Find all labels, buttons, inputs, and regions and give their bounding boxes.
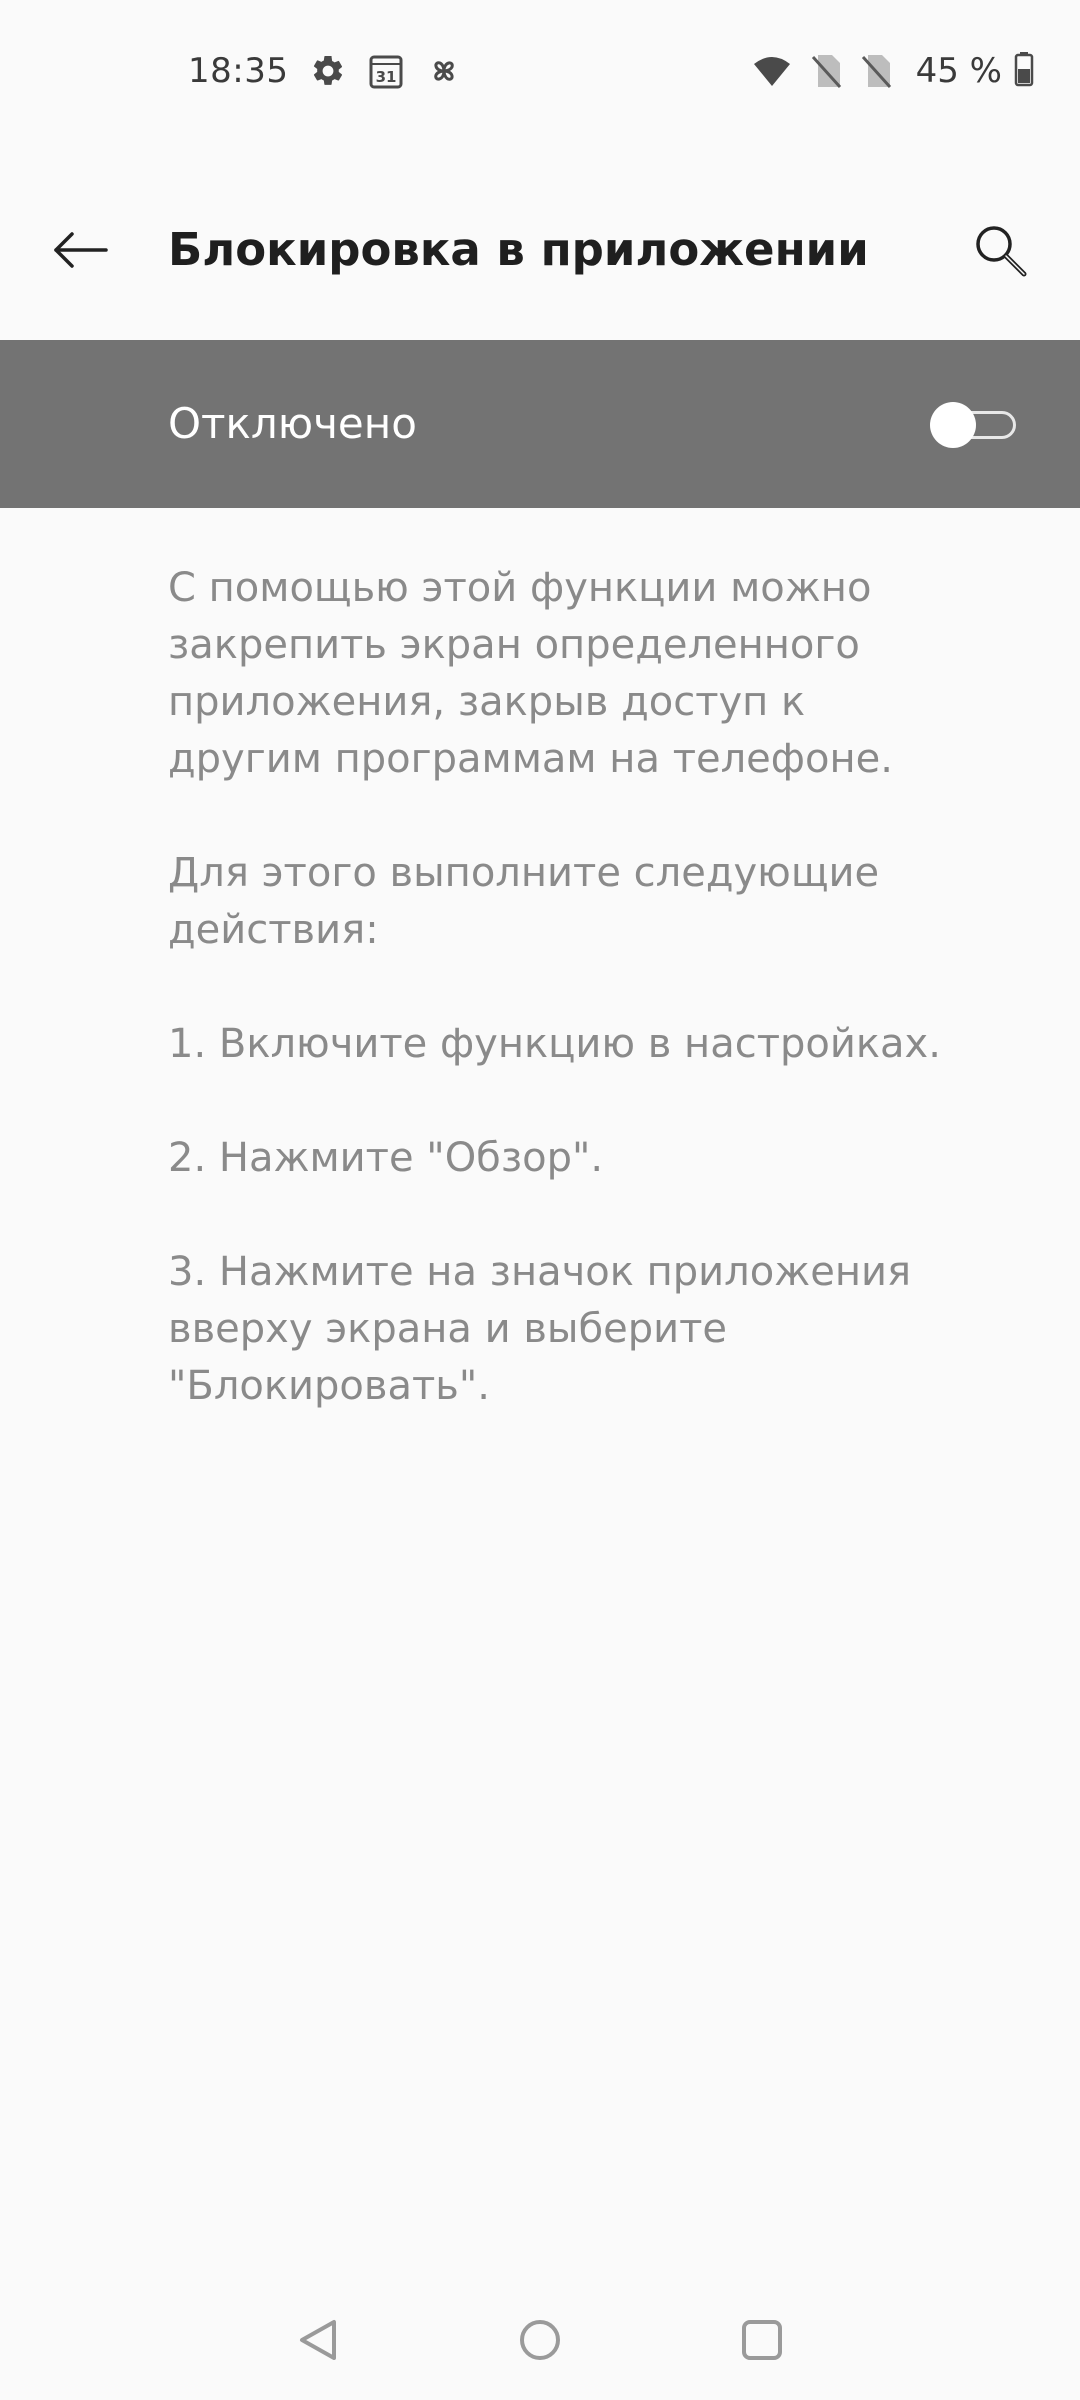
status-right: 45 %: [734, 46, 1034, 96]
page-title: Блокировка в приложении: [168, 223, 869, 276]
status-time: 18:35: [188, 51, 289, 91]
nav-back-button[interactable]: [278, 2300, 358, 2380]
description-paragraph: Для этого выполните следующие действия:: [168, 850, 880, 953]
back-button[interactable]: [40, 210, 120, 290]
master-switch-bar[interactable]: Отключено: [0, 340, 1080, 508]
wifi-icon: [752, 54, 792, 88]
nav-home-button[interactable]: [500, 2300, 580, 2380]
app-bar: Блокировка в приложении: [0, 190, 1080, 310]
calendar-day-text: 31: [376, 68, 397, 86]
no-sim-icon: [860, 53, 892, 89]
battery-icon: [1014, 51, 1034, 91]
calendar-31-icon: 31: [368, 52, 404, 90]
status-bar: 18:35 31 45 %: [0, 0, 1080, 140]
nav-home-circle-icon: [520, 2320, 560, 2360]
master-switch-label: Отключено: [168, 399, 417, 448]
arrow-left-icon: [54, 232, 108, 268]
description: С помощью этой функции можно закрепить э…: [168, 560, 948, 1472]
description-step: 3. Нажмите на значок приложения вверху э…: [168, 1249, 912, 1409]
description-step: 2. Нажмите "Обзор".: [168, 1135, 604, 1181]
master-toggle-switch[interactable]: [930, 402, 1016, 448]
description-paragraph: С помощью этой функции можно закрепить э…: [168, 565, 893, 782]
settings-gear-icon: [310, 53, 346, 89]
status-left: 18:35 31: [188, 46, 462, 96]
search-button[interactable]: [960, 210, 1040, 290]
search-icon: [976, 226, 1027, 277]
navigation-bar: [0, 2280, 1080, 2400]
nav-back-triangle-icon: [300, 2320, 336, 2360]
pinwheel-icon: [426, 53, 462, 89]
no-sim-icon: [810, 53, 842, 89]
battery-percent: 45 %: [915, 51, 1002, 91]
nav-recents-square-icon: [742, 2320, 782, 2360]
description-step: 1. Включите функцию в настройках.: [168, 1021, 941, 1067]
toggle-thumb: [930, 402, 976, 448]
nav-recents-button[interactable]: [722, 2300, 802, 2380]
